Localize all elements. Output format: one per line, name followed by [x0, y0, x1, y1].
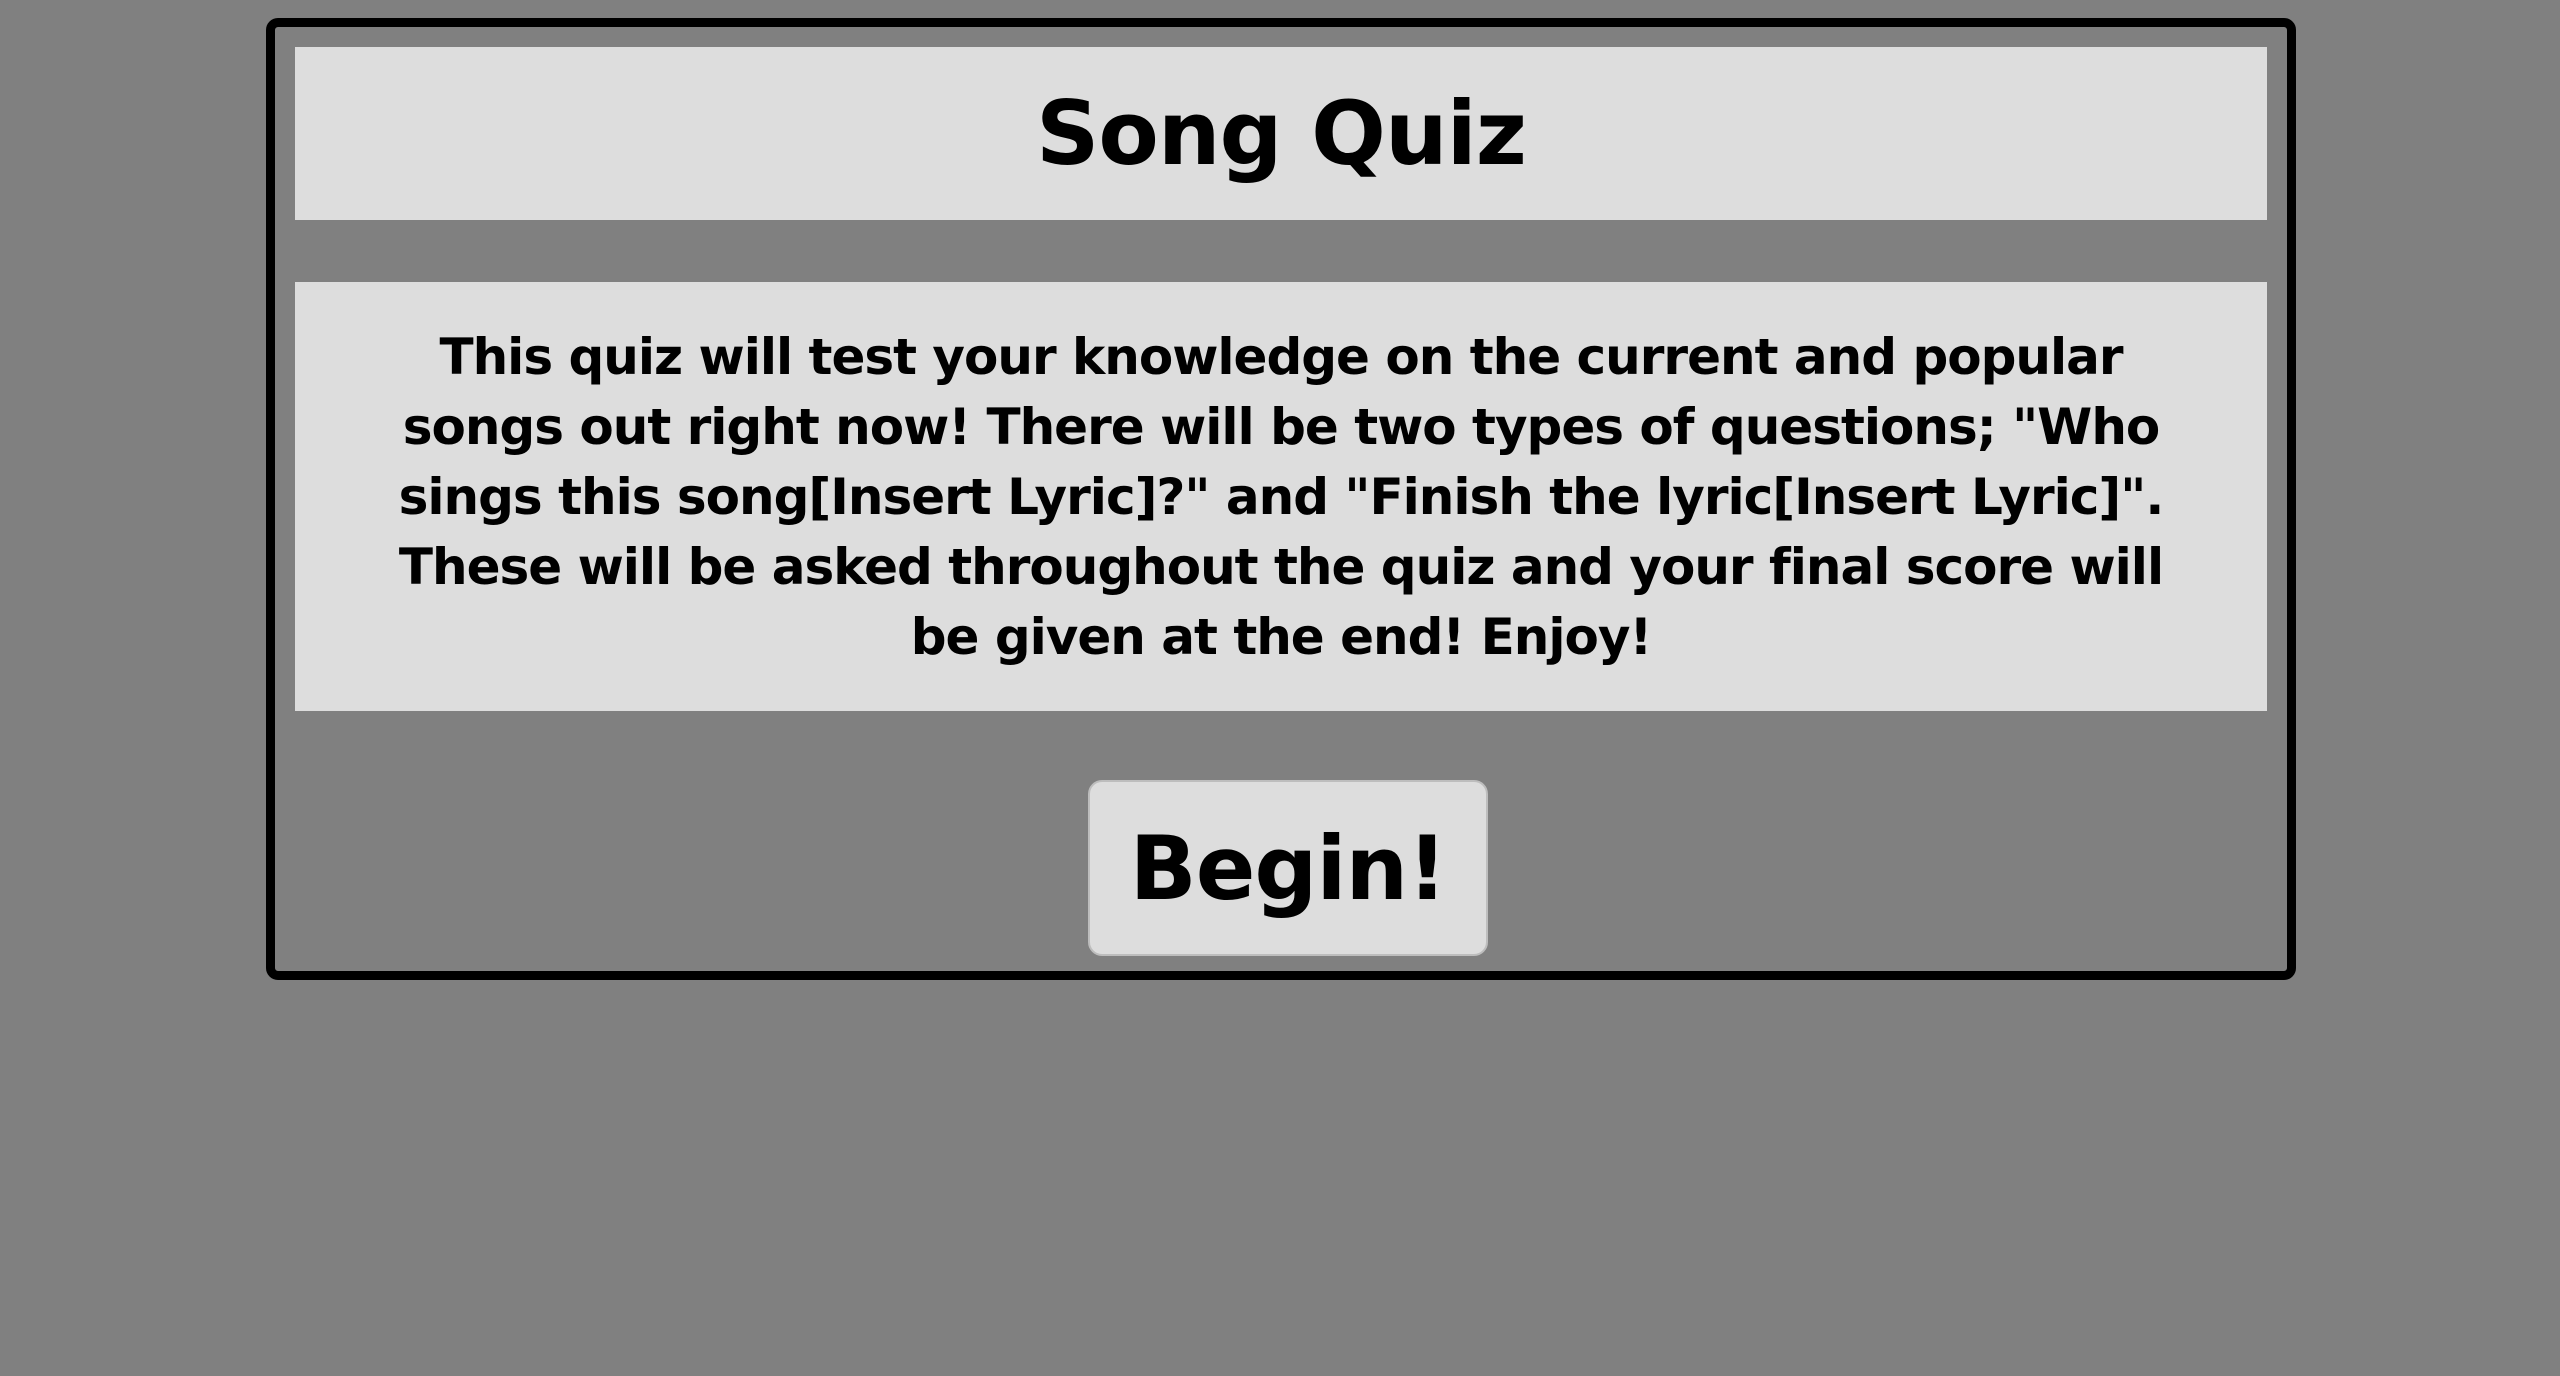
page-title: Song Quiz — [1036, 82, 1527, 185]
begin-button[interactable]: Begin! — [1088, 780, 1488, 956]
quiz-container: Song Quiz This quiz will test your knowl… — [266, 18, 2296, 980]
quiz-description: This quiz will test your knowledge on th… — [398, 327, 2165, 666]
description-box: This quiz will test your knowledge on th… — [295, 282, 2267, 711]
title-box: Song Quiz — [295, 47, 2267, 220]
